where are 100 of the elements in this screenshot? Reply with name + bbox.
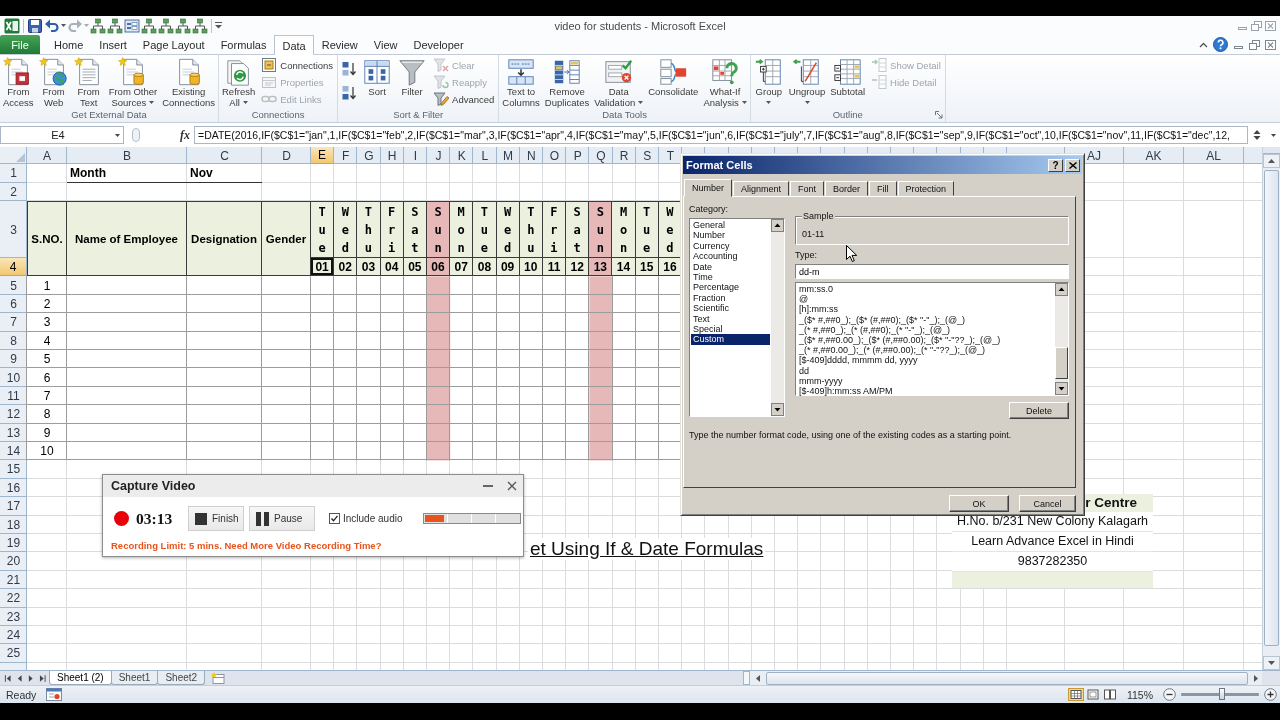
caret-icon[interactable]	[766, 100, 772, 104]
column-header[interactable]: R	[617, 147, 631, 164]
hierarchy-icon[interactable]	[158, 17, 174, 34]
save-icon[interactable]	[27, 17, 43, 34]
capture-button[interactable]: Pause	[249, 506, 315, 531]
ribbon-tab[interactable]: Page Layout	[134, 35, 213, 54]
ribbon-button[interactable]: Data Validation	[593, 57, 645, 108]
name-box[interactable]: E4	[0, 126, 124, 144]
row-header[interactable]: 14	[4, 441, 23, 461]
list-item[interactable]: Text	[691, 313, 770, 324]
dialog-tab[interactable]: Number	[684, 179, 732, 197]
zoom-slider-thumb[interactable]	[1218, 688, 1225, 700]
ribbon-tab[interactable]: Formulas	[212, 35, 275, 54]
restore-icon[interactable]	[1251, 20, 1262, 31]
dialog-button[interactable]: Cancel	[1019, 495, 1076, 512]
list-item[interactable]: Special	[691, 323, 770, 335]
row-header[interactable]: 11	[5, 386, 22, 406]
first-sheet-icon[interactable]	[4, 673, 12, 683]
row-header[interactable]: 6	[8, 294, 19, 314]
row-header[interactable]: 13	[4, 423, 23, 442]
row-header[interactable]: 1	[8, 164, 19, 183]
row-header[interactable]: 7	[8, 313, 19, 332]
list-item[interactable]: [h]:mm:ss	[797, 304, 1054, 315]
scroll-up-icon[interactable]	[771, 219, 784, 232]
ribbon-button[interactable]: Ungroup	[787, 57, 827, 104]
sheet-tab[interactable]: Sheet1 (2)	[49, 671, 112, 685]
column-header[interactable]: E	[311, 147, 335, 164]
date-cell[interactable]: 02	[334, 258, 358, 277]
date-cell[interactable]: 10	[519, 258, 543, 277]
column-header[interactable]: I	[411, 147, 419, 164]
ribbon-tab[interactable]: Developer	[405, 35, 472, 54]
date-cell[interactable]: 11	[542, 258, 567, 277]
formula-field[interactable]: =DATE(2016,IF($C$1="jan",1,IF($C$1="feb",2,IF($C$1="mar",3,IF($C$1="apr",4,IF($C$1="may",5,IF($C$1="jun",6,IF($C$1="july",7,IF($C$1="aug",8,IF($C$1="sep",9,IF($C$1="oct",10,IF($C$1="nov",11,IF($C$1="dec",12,	[194, 126, 1248, 144]
date-cell[interactable]: 14	[612, 258, 636, 277]
column-header[interactable]: K	[455, 147, 468, 164]
hierarchy-icon[interactable]	[175, 17, 191, 34]
ribbon-tab[interactable]: View	[365, 35, 406, 54]
last-sheet-icon[interactable]	[38, 673, 46, 683]
scroll-down-icon[interactable]	[1055, 382, 1068, 395]
next-sheet-icon[interactable]	[27, 673, 35, 683]
date-cell[interactable]: 08	[473, 258, 497, 277]
list-item[interactable]: _($* #,##0_);_($* (#,##0);_($* "-"_);_(@_)	[797, 314, 1054, 325]
caret-icon[interactable]	[741, 101, 747, 105]
column-header[interactable]: O	[547, 147, 562, 164]
ribbon-button[interactable]: Sort	[361, 57, 394, 98]
date-cell[interactable]: 06	[426, 258, 451, 277]
date-cell[interactable]: 05	[403, 258, 427, 277]
list-item[interactable]: dd	[797, 365, 1054, 376]
caret-icon[interactable]	[149, 101, 155, 105]
checkbox[interactable]	[329, 513, 340, 524]
scroll-down-icon[interactable]	[771, 403, 784, 416]
ribbon-button[interactable]: Filter	[396, 57, 429, 98]
ribbon-button[interactable]: What-If Analysis	[702, 57, 748, 108]
column-header[interactable]: AJ	[1085, 147, 1104, 164]
column-header[interactable]: D	[280, 147, 293, 164]
file-tab[interactable]: File	[0, 35, 40, 54]
column-header[interactable]: J	[433, 147, 444, 164]
caret-icon[interactable]	[1270, 133, 1276, 137]
ribbon-tab[interactable]: Review	[313, 35, 366, 54]
row-header[interactable]: 18	[4, 515, 23, 534]
hierarchy-icon[interactable]	[141, 17, 157, 34]
zoom-level[interactable]: 115%	[1126, 688, 1153, 701]
help-button[interactable]: ?	[1048, 158, 1063, 172]
split-handle[interactable]	[743, 671, 750, 685]
caret-icon[interactable]	[242, 101, 248, 105]
list-item[interactable]: Currency	[691, 240, 770, 252]
resize-grip-icon[interactable]	[132, 128, 140, 142]
list-item[interactable]: Custom	[691, 334, 770, 345]
date-cell[interactable]: 01	[311, 258, 335, 277]
caret-icon[interactable]	[61, 24, 66, 27]
customize-menu-icon[interactable]	[215, 22, 222, 29]
scroll-down-icon[interactable]	[1263, 656, 1280, 670]
list-item[interactable]: _(* #,##0.00_);_(* (#,##0.00);_(* "-"??_);_(@_)	[797, 345, 1054, 356]
undo-icon[interactable]	[44, 17, 60, 34]
help-icon[interactable]	[1213, 37, 1228, 52]
list-item[interactable]: Accounting	[691, 251, 770, 262]
list-item[interactable]: _($* #,##0.00_);_($* (#,##0.00);_($* "-"??_);_(@_)	[797, 334, 1054, 346]
date-cell[interactable]: 13	[589, 258, 613, 277]
scroll-thumb[interactable]	[1264, 170, 1279, 646]
row-header[interactable]: 23	[4, 607, 23, 626]
caret-icon[interactable]	[804, 100, 810, 104]
list-item[interactable]: [$-409]h:mm:ss AM/PM	[797, 385, 1054, 397]
scroll-up-icon[interactable]	[1263, 154, 1280, 168]
hierarchy-icon[interactable]	[107, 17, 123, 34]
column-header[interactable]: T	[664, 147, 677, 164]
ribbon-button[interactable]: Consolidate	[647, 57, 700, 98]
ribbon-button[interactable]: Advanced	[432, 91, 496, 107]
column-header[interactable]: G	[362, 147, 376, 164]
row-header[interactable]: 16	[4, 478, 23, 498]
ribbon-button[interactable]: Text to Columns	[501, 57, 541, 108]
capture-button[interactable]: Finish	[188, 506, 244, 531]
caret-icon[interactable]	[638, 101, 644, 105]
scroll-up-icon[interactable]	[1055, 283, 1068, 296]
ribbon-button[interactable]: Subtotal	[829, 57, 867, 98]
type-input[interactable]: dd-m	[795, 264, 1069, 279]
date-cell[interactable]: 09	[496, 258, 520, 277]
ribbon-tab[interactable]: Data	[274, 35, 314, 55]
dialog-launcher-icon[interactable]	[934, 111, 943, 119]
row-header[interactable]: 15	[4, 460, 23, 479]
list-item[interactable]: _(* #,##0_);_(* (#,##0);_(* "-"_);_(@_)	[797, 324, 1054, 335]
